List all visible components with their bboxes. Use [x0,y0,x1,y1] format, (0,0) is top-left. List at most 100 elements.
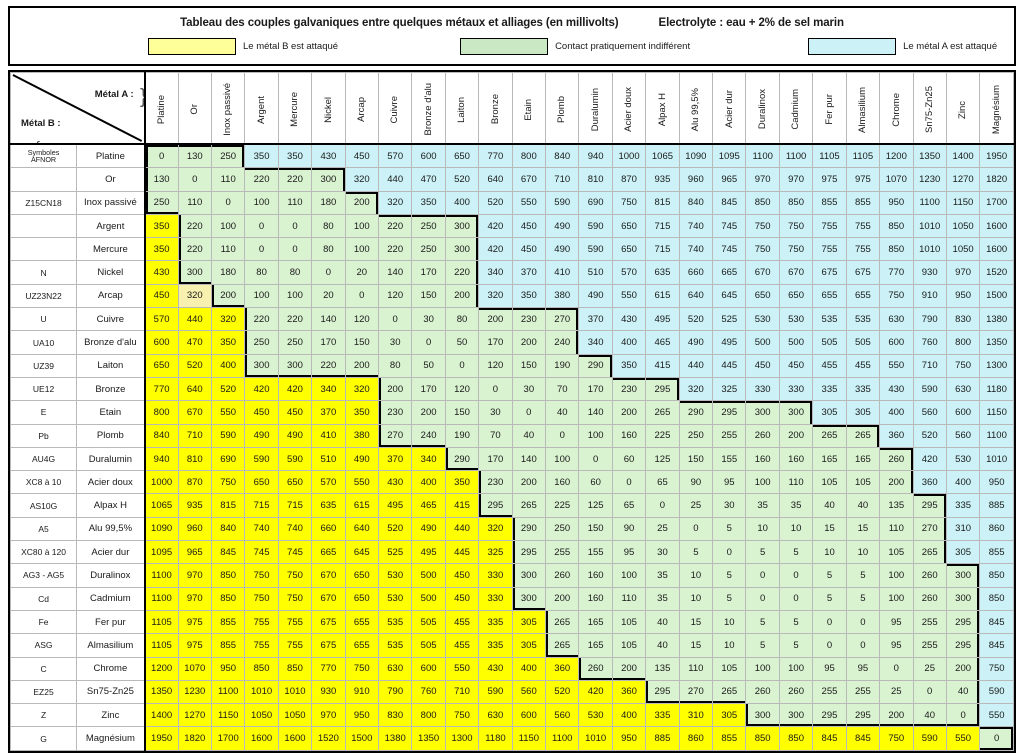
matrix-cell: 290 [511,516,547,542]
table-row: A5 Alu 99,5% 1090 960 840 740 740 660 640 520 490 4… [9,516,1014,542]
legend-label-blue: Le métal A est attaqué [903,41,998,52]
matrix-cell: 10 [845,540,881,565]
matrix-cell: 1050 [277,703,313,728]
matrix-cell: 0 [912,679,947,705]
matrix-cell: 750 [611,190,647,215]
matrix-cell: 970 [311,703,346,728]
column-header-18: Acier dur [712,72,747,145]
column-header-label: Almasilium [857,86,869,133]
matrix-cell: 320 [377,190,413,215]
matrix-cell: 690 [210,446,246,472]
matrix-cell: 750 [244,563,279,588]
matrix-cell: 850 [745,190,780,215]
matrix-cell: 1070 [879,167,914,192]
matrix-cell: 250 [411,213,446,239]
matrix-cell: 755 [812,237,847,262]
matrix-cell: 630 [377,656,413,681]
matrix-cell: 655 [812,283,847,309]
matrix-cell: 910 [344,679,380,705]
matrix-cell: 530 [377,563,413,588]
matrix-cell: 180 [311,190,346,215]
matrix-cell: 490 [244,423,279,448]
matrix-cell: 660 [678,260,714,285]
matrix-cell: 840 [144,423,179,448]
matrix-cell: 530 [377,586,413,611]
matrix-cell: 265 [545,609,580,635]
matrix-cell: 0 [277,237,313,262]
matrix-cell: 845 [712,190,747,215]
matrix-cell: 260 [745,679,780,705]
matrix-cell: 770 [144,376,179,402]
matrix-cell: 270 [912,516,947,542]
matrix-cell: 155 [578,540,613,565]
matrix-cell: 10 [778,516,814,542]
matrix-cell: 1300 [979,353,1014,378]
table-row: XC8 à 10 Acier doux 1000 870 750 650 650 570 550… [9,470,1014,495]
matrix-cell: 490 [344,446,380,472]
matrix-cell: 810 [578,167,613,192]
metal-b-row-label: Sn75-Zn25 [76,679,146,705]
table-row: ASG Almasilium 1105 975 855 755 755 675 655 535 50… [9,633,1014,658]
matrix-cell: 300 [277,353,313,378]
matrix-cell: 250 [210,143,246,169]
matrix-cell: 255 [912,609,947,635]
matrix-cell: 40 [945,679,981,705]
matrix-cell: 400 [611,330,647,355]
matrix-cell: 590 [210,423,246,448]
matrix-cell: 650 [244,470,279,495]
matrix-cell: 1100 [144,563,179,588]
matrix-cell: 800 [144,400,179,425]
matrix-cell: 265 [812,423,847,448]
matrix-cell: 470 [411,167,446,192]
column-header-label: Argent [255,95,267,124]
matrix-cell: 845 [812,726,847,751]
matrix-cell: 750 [979,656,1014,681]
matrix-cell: 855 [845,190,881,215]
matrix-cell: 0 [511,400,547,425]
matrix-cell: 200 [611,400,647,425]
table-row: Pb Plomb 840 710 590 490 490 410 380 270 240 190 70 4… [9,423,1014,448]
matrix-cell: 40 [511,423,547,448]
matrix-cell: 140 [311,307,346,332]
matrix-cell: 80 [277,260,313,285]
metal-b-row-label: Platine [76,144,146,169]
matrix-cell: 600 [411,143,446,169]
matrix-cell: 1010 [277,679,313,705]
matrix-cell: 750 [344,656,380,681]
matrix-body: Symboles AFNOR Platine 0 130 250 350 350 430 450 5… [9,143,1014,751]
matrix-cell: 670 [311,586,346,611]
matrix-cell: 5 [845,563,881,588]
matrix-cell: 0 [778,586,814,611]
matrix-cell: 150 [511,353,547,378]
corner-axis-cell: Métal A : Métal B : } { [9,72,146,145]
matrix-cell: 570 [611,260,647,285]
matrix-cell: 110 [879,516,914,542]
table-row: G Magnésium 1950 1820 1700 1600 1600 1520 1500 13… [9,726,1014,751]
matrix-cell: 350 [277,143,313,169]
matrix-cell: 450 [444,563,480,588]
matrix-cell: 1180 [478,726,513,751]
matrix-cell: 380 [344,423,380,448]
afnor-symbol-cell: EZ25 [9,679,78,705]
column-header-label: Fer pur [823,94,835,125]
matrix-cell: 15 [678,609,714,635]
matrix-cell: 60 [611,446,647,472]
matrix-cell: 845 [210,540,246,565]
matrix-cell: 65 [611,493,647,518]
matrix-cell: 420 [244,376,279,402]
matrix-cell: 965 [177,540,212,565]
matrix-cell: 885 [645,726,680,751]
matrix-cell: 1100 [745,143,780,169]
matrix-cell: 530 [945,446,981,472]
matrix-cell: 560 [945,423,981,448]
matrix-cell: 150 [411,283,446,309]
matrix-cell: 675 [845,260,881,285]
matrix-cell: 850 [979,586,1014,611]
matrix-cell: 100 [578,423,613,448]
matrix-cell: 100 [277,283,313,309]
matrix-cell: 95 [879,633,914,658]
matrix-cell: 400 [511,656,547,681]
matrix-cell: 335 [945,493,981,518]
matrix-cell: 420 [578,679,613,705]
matrix-cell: 70 [545,376,580,402]
